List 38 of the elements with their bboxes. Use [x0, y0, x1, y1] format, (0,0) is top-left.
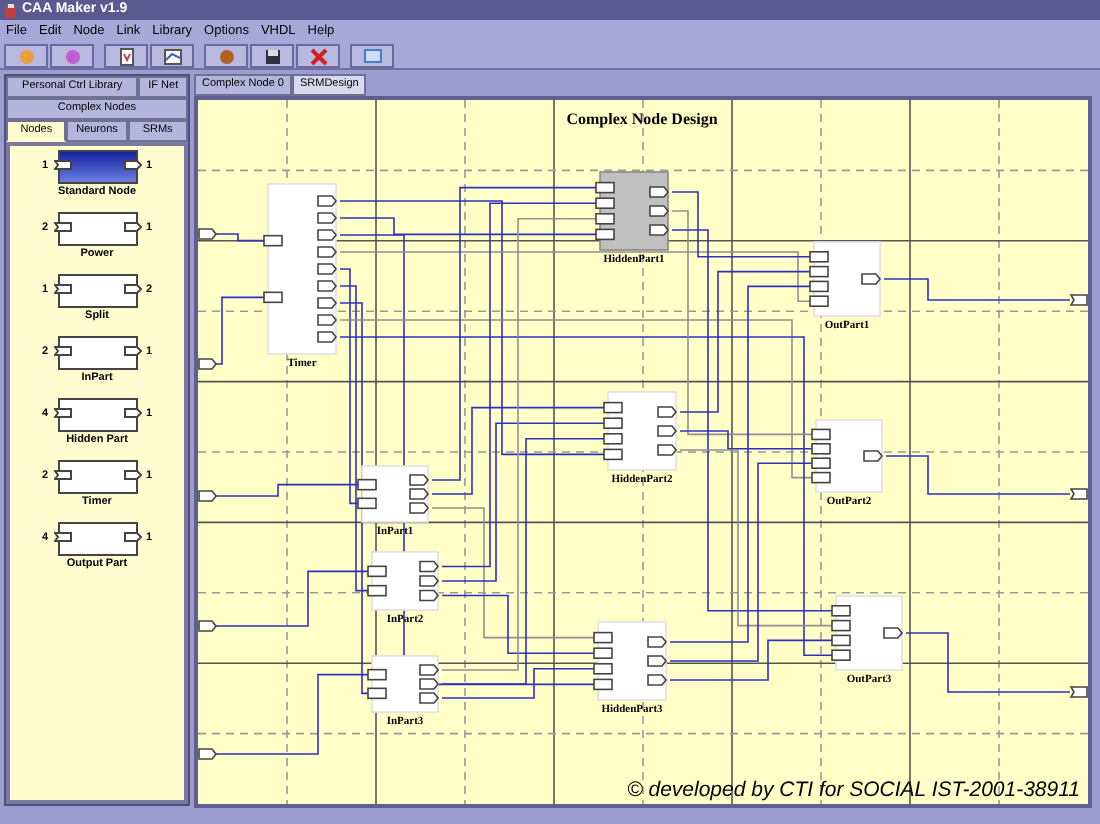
node-template[interactable] — [53, 522, 141, 556]
app-icon — [4, 3, 18, 17]
node-block[interactable] — [367, 655, 440, 713]
pin-icon — [1069, 488, 1088, 500]
delete-icon — [309, 47, 327, 65]
node-block[interactable] — [809, 241, 882, 317]
node-template[interactable] — [53, 150, 141, 184]
pin-icon — [198, 748, 218, 760]
pin-icon — [198, 228, 218, 240]
node-template[interactable] — [53, 274, 141, 308]
toolbar-button[interactable] — [104, 44, 148, 68]
document-icon — [117, 47, 135, 65]
node-template[interactable] — [53, 398, 141, 432]
node-block[interactable] — [811, 419, 884, 493]
node-block[interactable] — [263, 183, 338, 355]
node-block[interactable] — [367, 551, 440, 611]
wire — [215, 296, 265, 365]
pin-icon — [1069, 686, 1088, 698]
chart-icon — [163, 47, 181, 65]
node-block[interactable] — [831, 595, 904, 671]
pin-icon — [198, 358, 218, 370]
toolbar-button[interactable] — [150, 44, 194, 68]
canvas-title: Complex Node Design — [566, 110, 718, 128]
node-block[interactable] — [603, 391, 678, 471]
pin-icon — [198, 490, 218, 502]
node-template[interactable] — [53, 212, 141, 246]
pin-icon — [198, 620, 218, 632]
pin-icon — [1069, 294, 1088, 306]
node-block[interactable] — [595, 171, 670, 251]
node-template[interactable] — [53, 336, 141, 370]
monitor-icon — [363, 47, 381, 65]
credit-text: © developed by CTI for SOCIAL IST-2001-38911 — [627, 778, 1080, 802]
wire — [215, 233, 265, 242]
save-icon — [263, 47, 281, 65]
node-block[interactable] — [357, 465, 430, 523]
toolbar-button[interactable] — [250, 44, 294, 68]
node-template[interactable] — [53, 460, 141, 494]
node-block[interactable] — [593, 621, 668, 701]
